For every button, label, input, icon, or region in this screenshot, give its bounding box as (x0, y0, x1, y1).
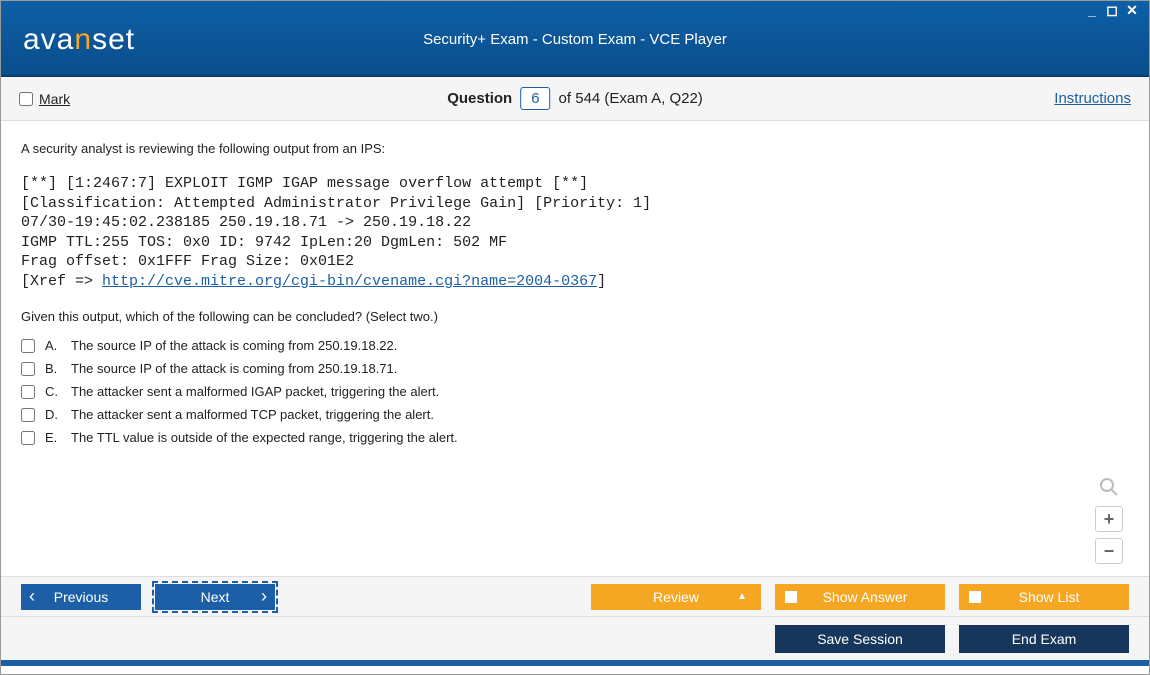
minimize-icon[interactable]: _ (1083, 3, 1101, 17)
mark-label[interactable]: Mark (39, 91, 70, 107)
choice-text: The attacker sent a malformed IGAP packe… (71, 384, 439, 399)
save-session-button[interactable]: Save Session (775, 625, 945, 653)
choice-letter: B. (45, 361, 61, 376)
choice-checkbox[interactable] (21, 339, 35, 353)
next-button[interactable]: Next (155, 584, 275, 610)
zoom-out-button[interactable]: − (1095, 538, 1123, 564)
choice-c[interactable]: C. The attacker sent a malformed IGAP pa… (21, 384, 1129, 399)
magnify-icon[interactable] (1095, 474, 1123, 500)
question-content: A security analyst is reviewing the foll… (1, 121, 1149, 576)
choice-checkbox[interactable] (21, 362, 35, 376)
choice-text: The source IP of the attack is coming fr… (71, 338, 397, 353)
ips-line-pre: [Xref => (21, 273, 102, 290)
review-label: Review (653, 589, 699, 605)
close-icon[interactable]: ✕ (1123, 3, 1141, 17)
show-list-checkbox[interactable] (969, 591, 981, 603)
question-info: Question 6 of 544 (Exam A, Q22) (447, 87, 703, 110)
ips-line: IGMP TTL:255 TOS: 0x0 ID: 9742 IpLen:20 … (21, 234, 507, 251)
nav-bar: Previous Next Review Show Answer Show Li… (1, 576, 1149, 616)
question-word: Question (447, 90, 512, 107)
cve-link[interactable]: http://cve.mitre.org/cgi-bin/cvename.cgi… (102, 273, 597, 290)
choice-letter: E. (45, 430, 61, 445)
answer-choices: A. The source IP of the attack is coming… (21, 338, 1129, 445)
window-controls: _ ◻ ✕ (1083, 3, 1141, 17)
review-button[interactable]: Review (591, 584, 761, 610)
show-answer-checkbox[interactable] (785, 591, 797, 603)
question-number-box[interactable]: 6 (520, 87, 550, 110)
choice-checkbox[interactable] (21, 431, 35, 445)
maximize-icon[interactable]: ◻ (1103, 3, 1121, 17)
show-answer-button[interactable]: Show Answer (775, 584, 945, 610)
question-of-text: of 544 (Exam A, Q22) (559, 90, 703, 107)
ips-line: [**] [1:2467:7] EXPLOIT IGMP IGAP messag… (21, 175, 588, 192)
zoom-controls: + − (1095, 474, 1123, 564)
info-bar: Mark Question 6 of 544 (Exam A, Q22) Ins… (1, 77, 1149, 121)
mark-checkbox-wrap[interactable]: Mark (19, 91, 70, 107)
logo-text-post: set (92, 23, 135, 56)
bottom-bar: Save Session End Exam (1, 616, 1149, 660)
choice-e[interactable]: E. The TTL value is outside of the expec… (21, 430, 1129, 445)
ips-line: Frag offset: 0x1FFF Frag Size: 0x01E2 (21, 253, 354, 270)
choice-text: The attacker sent a malformed TCP packet… (71, 407, 434, 422)
choice-checkbox[interactable] (21, 385, 35, 399)
question-prompt-2: Given this output, which of the followin… (21, 309, 1129, 324)
ips-output: [**] [1:2467:7] EXPLOIT IGMP IGAP messag… (21, 174, 1129, 291)
choice-text: The TTL value is outside of the expected… (71, 430, 458, 445)
window-title: Security+ Exam - Custom Exam - VCE Playe… (1, 1, 1149, 48)
choice-letter: D. (45, 407, 61, 422)
choice-b[interactable]: B. The source IP of the attack is coming… (21, 361, 1129, 376)
end-exam-button[interactable]: End Exam (959, 625, 1129, 653)
choice-d[interactable]: D. The attacker sent a malformed TCP pac… (21, 407, 1129, 422)
previous-button[interactable]: Previous (21, 584, 141, 610)
mark-checkbox[interactable] (19, 92, 33, 106)
previous-label: Previous (54, 589, 108, 605)
next-label: Next (201, 589, 230, 605)
show-list-label: Show List (1009, 589, 1080, 605)
choice-a[interactable]: A. The source IP of the attack is coming… (21, 338, 1129, 353)
show-answer-label: Show Answer (813, 589, 908, 605)
ips-line: 07/30-19:45:02.238185 250.19.18.71 -> 25… (21, 214, 471, 231)
choice-checkbox[interactable] (21, 408, 35, 422)
app-logo: avanset (23, 23, 135, 57)
instructions-link[interactable]: Instructions (1054, 90, 1131, 107)
question-prompt-1: A security analyst is reviewing the foll… (21, 141, 1129, 156)
zoom-in-button[interactable]: + (1095, 506, 1123, 532)
title-bar: avanset Security+ Exam - Custom Exam - V… (1, 1, 1149, 77)
choice-text: The source IP of the attack is coming fr… (71, 361, 397, 376)
footer-accent (1, 660, 1149, 666)
logo-text-mid: n (74, 23, 92, 56)
show-list-button[interactable]: Show List (959, 584, 1129, 610)
ips-line-post: ] (597, 273, 606, 290)
ips-line: [Classification: Attempted Administrator… (21, 195, 651, 212)
logo-text-pre: ava (23, 23, 74, 56)
choice-letter: C. (45, 384, 61, 399)
choice-letter: A. (45, 338, 61, 353)
